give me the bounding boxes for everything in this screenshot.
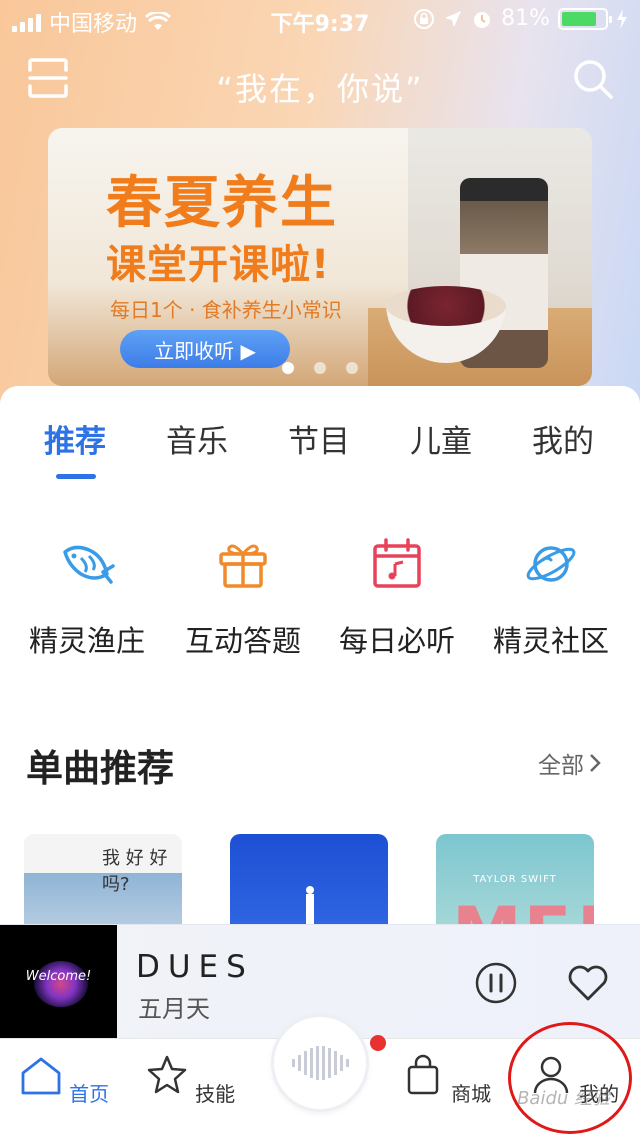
active-tab-indicator [56, 474, 96, 479]
tabbar-home[interactable]: 首页 [14, 1053, 114, 1107]
voice-prompt-title: “我在，你说” [216, 70, 424, 108]
feature-daily-listen[interactable]: 每日必听 [322, 536, 472, 660]
carousel-dots [48, 362, 592, 374]
calendar-music-icon [373, 538, 421, 588]
tab-mine[interactable]: 我的 [532, 416, 594, 461]
album-artist-text: TAYLOR SWIFT [473, 874, 557, 885]
banner-caption: 每日1个 · 食补养生小常识 [110, 298, 342, 322]
feature-community[interactable]: 精灵社区 [476, 536, 626, 660]
pause-icon[interactable] [474, 961, 518, 1005]
feature-interactive-quiz[interactable]: 互动答题 [168, 536, 318, 660]
banner-title: 春夏养生 [106, 171, 338, 236]
voice-assistant-button[interactable] [274, 1017, 366, 1109]
cover-text: Welcome! [25, 969, 92, 984]
promo-banner[interactable]: 春夏养生 课堂开课啦! 每日1个 · 食补养生小常识 立即收听 ▶ [48, 128, 592, 386]
feature-fishing-village[interactable]: 精灵渔庄 [12, 536, 162, 660]
tabbar-label: 技能 [195, 1082, 236, 1106]
tab-programs[interactable]: 节目 [288, 416, 350, 461]
chevron-right-icon [590, 754, 601, 772]
shopping-bag-icon [407, 1054, 439, 1095]
tabbar-skills[interactable]: 技能 [140, 1053, 240, 1107]
alarm-icon [474, 11, 491, 28]
tab-kids[interactable]: 儿童 [410, 416, 472, 461]
banner-subtitle-heading: 课堂开课啦! [106, 242, 331, 288]
now-playing-cover[interactable]: Welcome! [0, 925, 117, 1039]
see-all-link[interactable]: 全部 [538, 746, 602, 780]
status-bar: 中国移动 下午9:37 81% [0, 0, 640, 40]
charging-icon [617, 8, 627, 29]
carousel-dot[interactable] [314, 362, 326, 374]
fish-icon [63, 545, 115, 584]
notification-badge [370, 1035, 386, 1051]
tab-recommend[interactable]: 推荐 [44, 416, 106, 461]
feature-label: 精灵渔庄 [28, 624, 145, 658]
tabbar-label: 首页 [69, 1082, 110, 1106]
feature-label: 每日必听 [338, 624, 455, 658]
home-icon [21, 1057, 61, 1095]
tabbar-label: 商城 [451, 1082, 492, 1106]
star-icon [147, 1055, 187, 1094]
carousel-dot[interactable] [282, 362, 294, 374]
location-icon [445, 10, 462, 27]
battery-percent: 81% [501, 6, 550, 31]
gift-icon [219, 544, 267, 588]
carousel-dot[interactable] [346, 362, 358, 374]
feature-label: 精灵社区 [492, 624, 609, 658]
category-tabs: 推荐 音乐 节目 儿童 我的 [0, 416, 640, 476]
tab-music[interactable]: 音乐 [166, 416, 228, 461]
red-circle-annotation [508, 1022, 632, 1134]
sound-wave-icon [292, 1046, 349, 1080]
now-playing-title: DUES [136, 949, 254, 985]
section-title: 单曲推荐 [26, 747, 174, 790]
watermark: Baidu 经验 [517, 1088, 610, 1109]
search-icon[interactable] [572, 58, 614, 100]
heart-icon[interactable] [566, 963, 610, 1003]
see-all-label: 全部 [538, 753, 584, 779]
header: “我在，你说” [0, 50, 640, 114]
bowl-contents-image [386, 286, 506, 326]
tabbar-store[interactable]: 商城 [396, 1053, 496, 1107]
rotation-lock-icon [414, 8, 435, 29]
battery-icon [558, 7, 612, 30]
planet-icon [526, 546, 576, 582]
now-playing-artist: 五月天 [138, 995, 210, 1023]
feature-shortcuts: 精灵渔庄 互动答题 每日必听 精灵社区 [0, 536, 640, 666]
feature-label: 互动答题 [184, 624, 301, 658]
